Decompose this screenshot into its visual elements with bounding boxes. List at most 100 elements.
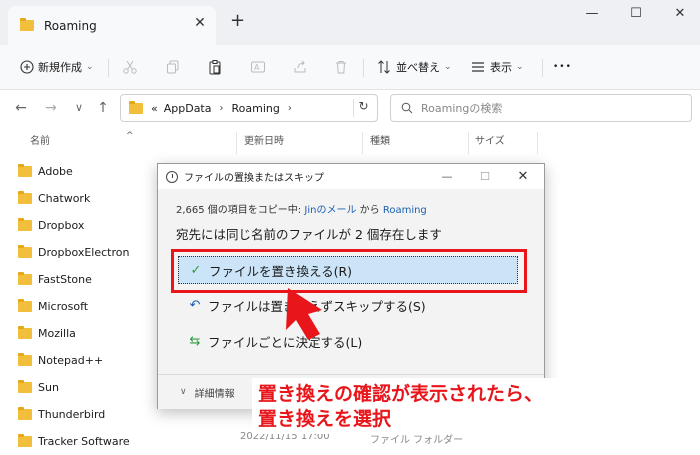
callout-line-1: 置き換えの確認が表示されたら、 — [258, 383, 544, 405]
paste-button[interactable] — [207, 53, 223, 81]
refresh-icon[interactable]: ↻ — [353, 99, 373, 117]
list-item[interactable]: Mozilla — [18, 320, 76, 347]
destination-folder-link[interactable]: Roaming — [383, 205, 427, 216]
file-name: Thunderbird — [38, 408, 106, 421]
file-name: Dropbox — [38, 219, 85, 232]
clipboard-icon — [209, 60, 221, 75]
tab-title: Roaming — [44, 18, 97, 33]
rename-button[interactable]: A — [250, 53, 266, 81]
search-box[interactable]: Roamingの検索 — [390, 94, 692, 122]
compare-arrows-icon: ⇆ — [189, 333, 201, 349]
decide-each-file-option[interactable]: ⇆ ファイルごとに決定する(L) — [178, 327, 518, 355]
folder-icon — [18, 353, 32, 366]
folder-icon — [18, 434, 32, 447]
conflict-heading: 宛先には同じ名前のファイルが 2 個存在します — [176, 227, 442, 242]
list-item[interactable]: Sun — [18, 374, 59, 401]
list-item[interactable]: Tracker Software — [18, 428, 130, 455]
file-name: Chatwork — [38, 192, 91, 205]
scissors-icon — [123, 60, 137, 74]
folder-icon — [18, 245, 32, 258]
maximize-button[interactable]: ☐ — [616, 6, 656, 26]
breadcrumb-roaming[interactable]: Roaming — [232, 102, 280, 115]
dialog-maximize-button: ☐ — [480, 170, 490, 183]
breadcrumb-overflow[interactable]: « — [151, 102, 158, 115]
column-divider — [236, 132, 237, 154]
folder-icon — [18, 218, 32, 231]
recent-locations-chevron-icon[interactable]: ∨ — [70, 99, 88, 117]
skip-arrow-icon: ↶ — [189, 297, 201, 313]
item-count: 2,665 個の項目をコピー中: — [176, 205, 302, 216]
more-options-button[interactable]: ••• — [553, 53, 572, 81]
red-pointer-arrow-icon — [286, 288, 322, 340]
from-label: から — [359, 205, 380, 216]
column-divider — [468, 132, 469, 154]
new-button[interactable]: 新規作成 ⌄ — [20, 53, 94, 81]
cut-button[interactable] — [122, 53, 138, 81]
address-bar[interactable]: « AppData › Roaming › ↻ — [120, 94, 378, 122]
back-arrow-icon[interactable]: ← — [12, 99, 30, 117]
rename-icon: A — [251, 61, 265, 73]
dialog-minimize-button[interactable]: — — [438, 168, 456, 186]
list-item[interactable]: Dropbox — [18, 212, 84, 239]
dialog-close-button[interactable]: ✕ — [514, 168, 532, 186]
list-view-icon — [472, 62, 484, 72]
tab-roaming[interactable]: Roaming ✕ — [8, 6, 216, 45]
file-name: Notepad++ — [38, 354, 104, 367]
column-header-size[interactable]: サイズ — [475, 130, 505, 154]
chevron-down-icon: ⌄ — [86, 62, 94, 72]
skip-files-option[interactable]: ↶ ファイルは置き換えずスキップする(S) — [178, 291, 518, 319]
copy-button[interactable] — [165, 53, 181, 81]
breadcrumb-appdata[interactable]: AppData — [164, 102, 212, 115]
list-item[interactable]: Microsoft — [18, 293, 88, 320]
minimize-button[interactable]: — — [572, 6, 612, 26]
sort-indicator-icon: ^ — [126, 131, 134, 141]
folder-icon — [18, 299, 32, 312]
sort-button[interactable]: 並べ替え ⌄ — [376, 53, 452, 81]
column-header-type[interactable]: 種類 — [370, 130, 390, 154]
breadcrumb-chevron-icon: › — [219, 102, 224, 114]
column-divider — [537, 132, 538, 154]
highlight-box — [171, 249, 527, 293]
list-item[interactable]: Notepad++ — [18, 347, 103, 374]
command-bar: 新規作成 ⌄ A 並べ替え ⌄ 表示 ⌄ ••• — [0, 45, 700, 90]
column-header-date[interactable]: 更新日時 — [244, 130, 284, 154]
plus-circle-icon — [20, 60, 34, 74]
chevron-down-icon: ⌄ — [444, 62, 452, 72]
more-details-label: 詳細情報 — [194, 388, 235, 400]
search-placeholder: Roamingの検索 — [421, 102, 503, 115]
title-bar: Roaming ✕ + — ☐ ✕ — [0, 0, 700, 45]
list-item[interactable]: Thunderbird — [18, 401, 105, 428]
new-tab-button[interactable]: + — [230, 12, 245, 30]
folder-icon — [18, 326, 32, 339]
folder-icon — [18, 191, 32, 204]
folder-icon — [18, 380, 32, 393]
file-name: Tracker Software — [38, 435, 130, 448]
sort-button-label: 並べ替え — [396, 61, 440, 74]
file-name: Sun — [38, 381, 59, 394]
column-divider — [362, 132, 363, 154]
copy-icon — [167, 60, 179, 74]
delete-button[interactable] — [333, 53, 349, 81]
toolbar-divider — [542, 59, 543, 77]
folder-icon — [129, 100, 143, 114]
close-window-button[interactable]: ✕ — [660, 6, 700, 26]
forward-arrow-icon[interactable]: → — [42, 99, 60, 117]
view-button[interactable]: 表示 ⌄ — [470, 53, 524, 81]
chevron-down-icon: ⌄ — [516, 62, 524, 72]
file-name: Mozilla — [38, 327, 76, 340]
list-item[interactable]: FastStone — [18, 266, 92, 293]
list-item[interactable]: Chatwork — [18, 185, 90, 212]
source-folder-link[interactable]: Jinのメール — [304, 205, 356, 216]
folder-icon — [18, 164, 32, 177]
folder-icon — [18, 407, 32, 420]
instruction-callout: 置き換えの確認が表示されたら、 置き換えを選択 — [252, 378, 584, 434]
trash-icon — [336, 61, 346, 74]
copy-progress-info: 2,665 個の項目をコピー中: Jinのメール から Roaming — [176, 201, 427, 216]
toolbar-divider — [108, 59, 109, 77]
list-item[interactable]: Adobe — [18, 158, 73, 185]
share-button[interactable] — [292, 53, 308, 81]
up-arrow-icon[interactable]: ↑ — [94, 99, 112, 117]
list-item[interactable]: DropboxElectron — [18, 239, 129, 266]
column-header-name[interactable]: 名前 — [30, 130, 50, 154]
tab-close-icon[interactable]: ✕ — [192, 15, 208, 31]
